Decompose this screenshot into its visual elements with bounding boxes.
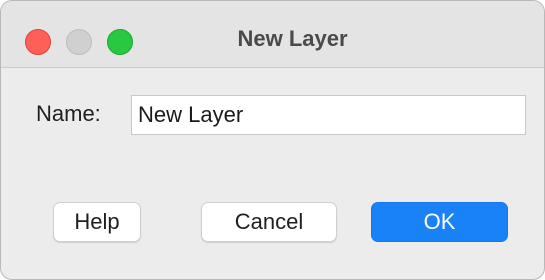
name-label: Name: xyxy=(36,101,101,126)
ok-button[interactable]: OK xyxy=(371,202,508,242)
dialog-title: New Layer xyxy=(237,26,348,51)
new-layer-dialog: New Layer Name: Help Cancel OK xyxy=(0,0,545,280)
layer-name-input[interactable] xyxy=(131,95,526,135)
title-bar[interactable]: New Layer xyxy=(1,1,544,68)
help-button[interactable]: Help xyxy=(53,202,141,242)
cancel-button[interactable]: Cancel xyxy=(201,202,337,242)
